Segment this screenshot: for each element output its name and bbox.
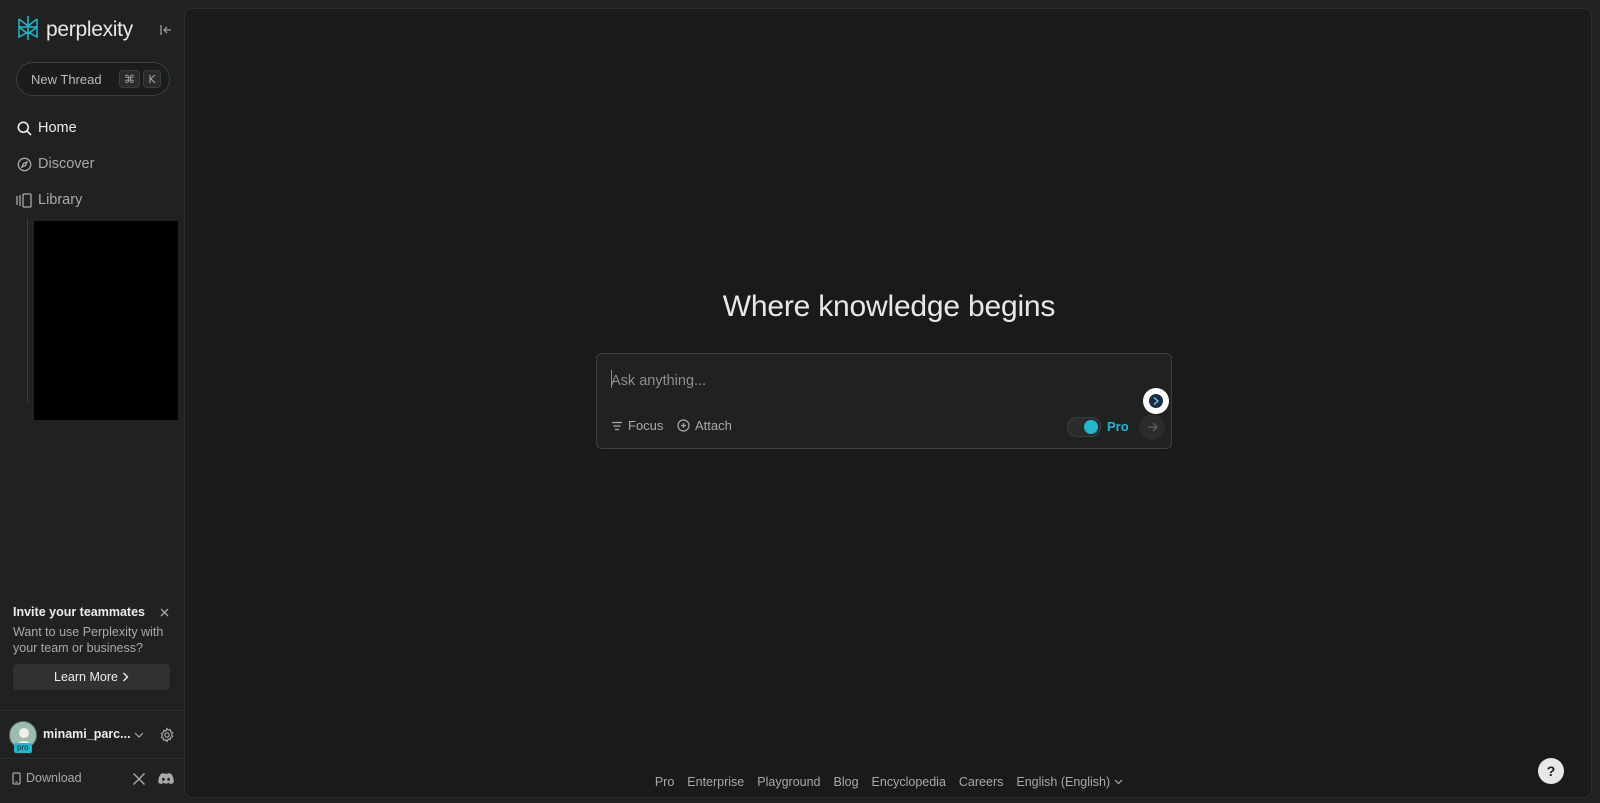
invite-description: Want to use Perplexity with your team or… [13, 625, 164, 655]
chevron-down-icon [1114, 779, 1123, 785]
sidebar-item-label: Library [38, 192, 83, 208]
download-label: Download [26, 771, 82, 785]
attach-label: Attach [695, 418, 732, 433]
download-link[interactable]: Download [12, 771, 82, 785]
submit-button[interactable] [1139, 414, 1165, 440]
footer-link-playground[interactable]: Playground [757, 775, 820, 789]
footer-links: Pro Enterprise Playground Blog Encyclope… [185, 775, 1593, 789]
sidebar-item-discover[interactable]: Discover [16, 152, 176, 176]
user-menu[interactable]: pro minami_parc... [9, 720, 179, 753]
gear-icon[interactable] [159, 727, 175, 743]
x-twitter-icon[interactable] [132, 772, 146, 786]
divider [0, 758, 184, 759]
chevron-right-icon [122, 672, 129, 682]
brand-name: perplexity [46, 18, 133, 41]
filter-icon [612, 421, 622, 430]
learn-more-label: Learn More [54, 670, 118, 684]
help-button[interactable]: ? [1538, 758, 1564, 784]
plus-circle-icon [677, 419, 690, 432]
sidebar-item-home[interactable]: Home [16, 116, 176, 140]
k-key: K [143, 70, 161, 88]
invite-card: Invite your teammates Want to use Perple… [13, 605, 171, 656]
cmd-key: ⌘ [119, 70, 140, 88]
arrow-right-icon [1147, 422, 1158, 432]
collapse-icon [160, 25, 171, 35]
invite-title: Invite your teammates [13, 605, 145, 619]
page-title: Where knowledge begins [722, 290, 1056, 323]
footer-link-encyclopedia[interactable]: Encyclopedia [872, 775, 946, 789]
language-label: English (English) [1016, 775, 1111, 789]
library-divider [27, 218, 28, 403]
divider [0, 710, 184, 711]
collapse-sidebar-button[interactable] [156, 20, 176, 40]
attach-button[interactable]: Attach [677, 418, 732, 433]
library-threads-redacted [34, 221, 178, 420]
chevron-down-icon[interactable] [133, 729, 145, 741]
focus-button[interactable]: Focus [611, 418, 663, 433]
footer-link-pro[interactable]: Pro [655, 775, 674, 789]
sidebar-item-library[interactable]: Library [16, 188, 176, 212]
new-thread-label: New Thread [31, 71, 102, 87]
toggle-knob [1084, 420, 1098, 434]
search-input[interactable] [611, 370, 1111, 392]
compass-icon [16, 156, 32, 172]
language-selector[interactable]: English (English) [1016, 775, 1123, 789]
device-icon [12, 771, 21, 785]
main-panel: Where knowledge begins Focus Attach Pro … [184, 8, 1592, 798]
username: minami_parc... [43, 727, 131, 741]
sidebar-item-label: Discover [38, 156, 95, 172]
footer-link-enterprise[interactable]: Enterprise [687, 775, 744, 789]
shortcut-hint: ⌘ K [119, 70, 161, 88]
new-thread-button[interactable]: New Thread ⌘ K [16, 62, 170, 96]
assistant-spark-icon[interactable] [1143, 388, 1169, 414]
text-caret [611, 370, 612, 388]
discord-icon[interactable] [158, 772, 174, 786]
footer-link-blog[interactable]: Blog [834, 775, 859, 789]
search-icon [16, 120, 32, 136]
perplexity-logo-icon [16, 15, 40, 46]
learn-more-button[interactable]: Learn More [13, 664, 170, 690]
sidebar-item-label: Home [38, 120, 77, 136]
library-icon [16, 192, 32, 208]
search-box[interactable]: Focus Attach Pro [596, 353, 1172, 449]
focus-label: Focus [628, 418, 664, 433]
footer-link-careers[interactable]: Careers [959, 775, 1003, 789]
sidebar: perplexity New Thread ⌘ K Home Discover [0, 0, 184, 803]
pro-badge: pro [14, 743, 32, 753]
logo[interactable]: perplexity [16, 15, 133, 46]
sidebar-footer: Download [12, 769, 176, 789]
pro-toggle[interactable] [1067, 417, 1101, 437]
pro-label: Pro [1107, 419, 1129, 434]
close-icon[interactable] [157, 605, 171, 619]
